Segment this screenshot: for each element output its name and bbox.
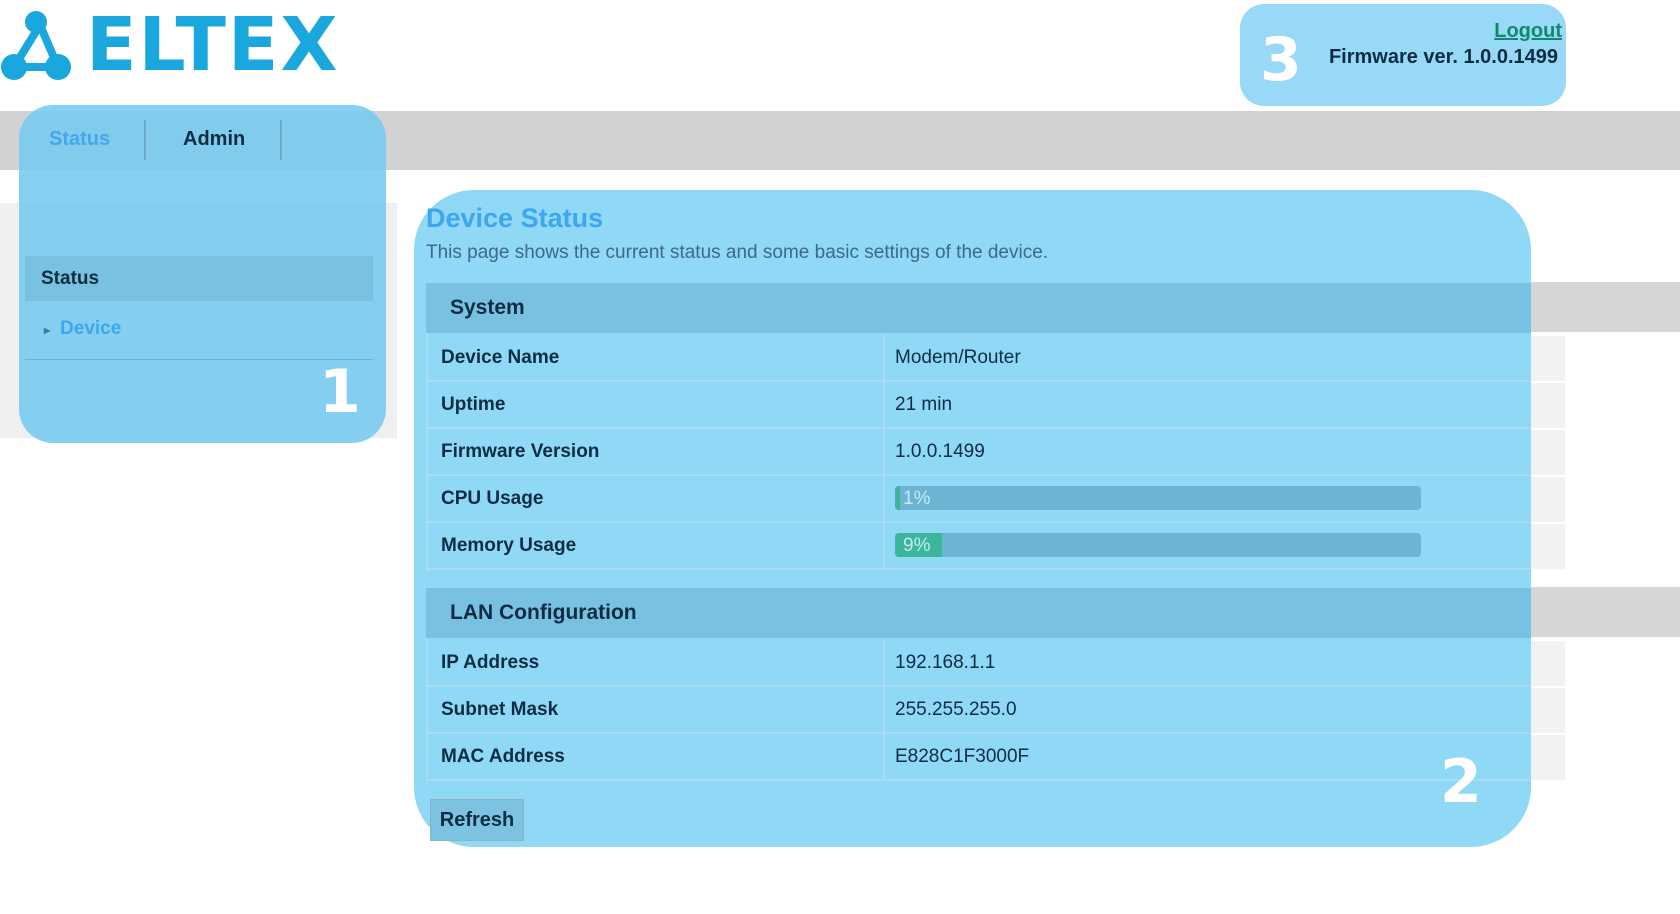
column-divider (883, 687, 885, 732)
row-edge (1531, 524, 1565, 569)
tab-status[interactable]: Status (49, 128, 110, 151)
sidebar-section-title: Status (41, 268, 100, 289)
callout-number-1: 1 (319, 357, 361, 427)
sidebar-item-device[interactable]: ▸ Device (44, 318, 121, 340)
row-label: Device Name (441, 347, 560, 368)
section-heading: System (450, 296, 525, 319)
row-label: MAC Address (441, 746, 565, 767)
row-label: Subnet Mask (441, 699, 559, 720)
logout-link[interactable]: Logout (1494, 20, 1562, 43)
row-edge (1531, 336, 1565, 381)
table-row: Memory Usage 9% (426, 523, 1531, 570)
column-divider (883, 382, 885, 427)
row-label: IP Address (441, 652, 540, 673)
row-value: 21 min (895, 394, 953, 415)
section-heading: LAN Configuration (450, 601, 637, 624)
row-value: 255.255.255.0 (895, 699, 1017, 720)
row-edge (1531, 477, 1565, 522)
row-value: Modem/Router (895, 347, 1021, 368)
row-label: Uptime (441, 394, 506, 415)
table-row: MAC Address E828C1F3000F (426, 734, 1531, 781)
table-row: Device Name Modem/Router (426, 335, 1531, 382)
callout-number-3: 3 (1260, 25, 1302, 95)
firmware-version-label: Firmware ver. 1.0.0.1499 (1328, 46, 1558, 68)
row-value: 192.168.1.1 (895, 652, 996, 673)
column-divider (883, 429, 885, 474)
column-divider (883, 640, 885, 685)
sidebar-item-label: Device (60, 318, 122, 339)
tab-admin[interactable]: Admin (183, 128, 245, 151)
column-divider (883, 523, 885, 568)
memory-usage-progress: 9% (895, 533, 1421, 557)
page-subtitle: This page shows the current status and s… (426, 242, 1049, 263)
chevron-right-icon: ▸ (44, 323, 51, 337)
tab-divider (144, 120, 146, 160)
callout-number-2: 2 (1440, 747, 1482, 817)
page-title: Device Status (426, 203, 604, 233)
system-section-header: System (426, 283, 1531, 333)
refresh-button[interactable]: Refresh (430, 799, 524, 841)
row-edge (1531, 430, 1565, 475)
row-value: E828C1F3000F (895, 746, 1030, 767)
table-right-edge (1531, 282, 1680, 782)
table-row: Uptime 21 min (426, 382, 1531, 429)
progress-fill (895, 486, 901, 510)
row-label: CPU Usage (441, 488, 544, 509)
column-divider (883, 335, 885, 380)
header-callout-box: Logout Firmware ver. 1.0.0.1499 3 (1240, 4, 1566, 106)
table-row: IP Address 192.168.1.1 (426, 640, 1531, 687)
logo-text: ELTEX (86, 2, 340, 88)
row-label: Firmware Version (441, 441, 600, 462)
row-edge (1531, 688, 1565, 733)
row-value: 1.0.0.1499 (895, 441, 985, 462)
cpu-usage-progress: 1% (895, 486, 1421, 510)
lan-section-header: LAN Configuration (426, 588, 1531, 638)
row-label: Memory Usage (441, 535, 577, 556)
table-row: Subnet Mask 255.255.255.0 (426, 687, 1531, 734)
row-edge (1531, 735, 1565, 780)
section-header-edge (1531, 587, 1680, 637)
progress-text: 9% (903, 535, 931, 556)
row-edge (1531, 641, 1565, 686)
table-row: CPU Usage 1% (426, 476, 1531, 523)
sidebar-section-header: Status (25, 256, 373, 301)
column-divider (883, 476, 885, 521)
eltex-logo: ELTEX (0, 2, 345, 88)
logo-mark-icon (1, 11, 71, 80)
tab-divider (280, 120, 282, 160)
section-header-edge (1531, 282, 1680, 332)
row-edge (1531, 383, 1565, 428)
table-row: Firmware Version 1.0.0.1499 (426, 429, 1531, 476)
progress-text: 1% (903, 488, 931, 509)
column-divider (883, 734, 885, 779)
